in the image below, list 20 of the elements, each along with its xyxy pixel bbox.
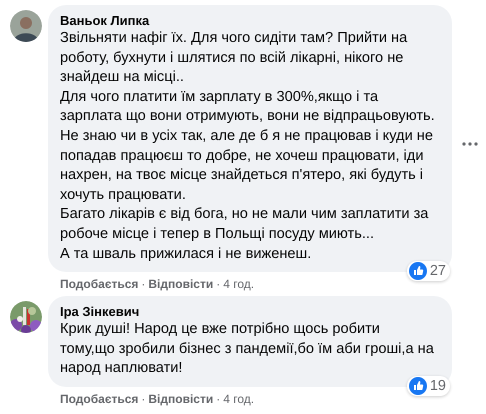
- reaction-count[interactable]: 19: [406, 376, 450, 396]
- author-name[interactable]: Іра Зінкевич: [60, 303, 440, 320]
- comment-text: Багато лікарів є від бога, но не мали чим заплатити за робоче місце і тепер в Польщі посуду миють...: [60, 205, 430, 244]
- separator: ·: [141, 390, 146, 407]
- action-link[interactable]: Відповісти: [148, 390, 214, 407]
- comment-text: Не знаю чи в усіх так, але де б я не працював і куди не попадав працюєш то добре, не хочеш працювати, іди нахрен, на твоє місце знайдеться п'ятеро, які будуть і хочуть працювати.: [60, 126, 434, 205]
- comment-text: Крик душі! Народ це вже потрібно щось робити тому,що зробили бізнес з пандемії,бо їм аби гроші,а на народ наплювати!: [60, 320, 435, 378]
- separator: ·: [141, 276, 146, 292]
- comment-text: Звільняти нафіг їх. Для чого сидіти там? Прийти на роботу, бухнути і шлятися по всій лікарні, нікого не знайдеш на місці..: [60, 29, 408, 88]
- comment-text: А та шваль прижилася і не виженеш.: [60, 244, 312, 264]
- author-name[interactable]: Ваньок Липка: [60, 12, 440, 29]
- timestamp[interactable]: 4 год.: [223, 276, 254, 292]
- reaction-count[interactable]: 27: [406, 261, 450, 282]
- timestamp[interactable]: 4 год.: [223, 390, 254, 407]
- comment-text: Для чого платити їм зарплату в 300%,якщо і та зарплата що вони отримують, вони не відпрацьовують.: [60, 88, 436, 126]
- action-link[interactable]: Подобається: [60, 390, 138, 407]
- action-link[interactable]: Подобається: [60, 276, 138, 292]
- separator: ·: [216, 390, 220, 407]
- separator: ·: [216, 276, 220, 292]
- action-link[interactable]: Відповісти: [148, 276, 214, 292]
